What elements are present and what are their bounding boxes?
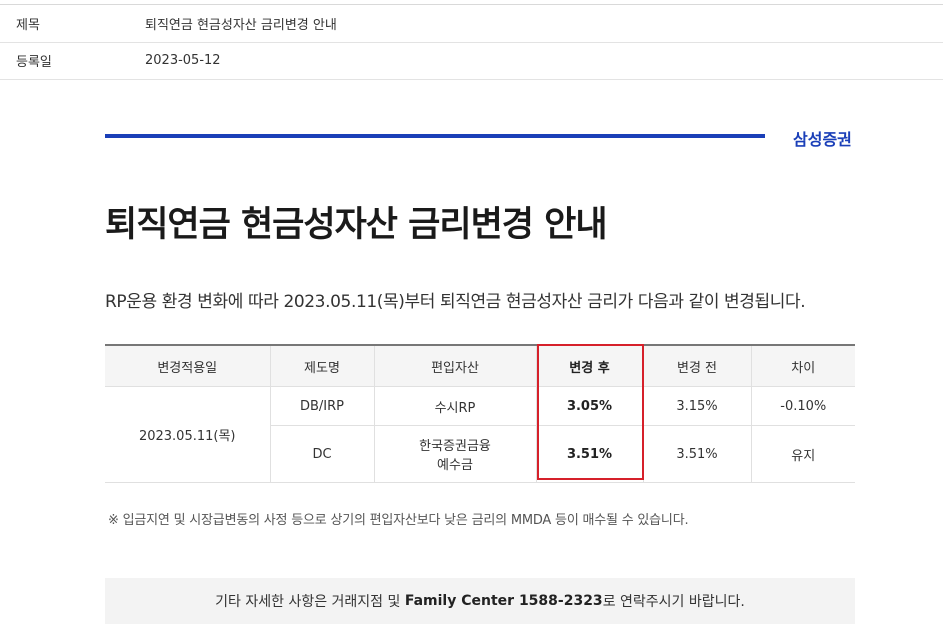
- header-before: 변경 전: [642, 344, 751, 387]
- table-header-row: 변경적용일 제도명 편입자산 변경 후 변경 전 차이: [105, 344, 855, 387]
- cell-asset: 수시RP: [373, 386, 536, 426]
- cell-after: 3.05%: [535, 386, 643, 426]
- subject-value: 퇴직연금 현금성자산 금리변경 안내: [145, 18, 337, 33]
- cell-plan: DB/IRP: [269, 386, 374, 426]
- cell-plan: DC: [269, 425, 374, 483]
- contact-prefix: 기타 자세한 사항은 거래지점 및: [215, 594, 401, 610]
- cell-diff: -0.10%: [750, 386, 855, 426]
- contact-highlight: Family Center 1588-2323: [404, 593, 603, 609]
- header-apply-date: 변경적용일: [105, 344, 270, 387]
- cell-asset: 한국증권금융 예수금: [373, 425, 536, 483]
- date-value: 2023-05-12: [145, 53, 221, 68]
- cell-before: 3.51%: [642, 425, 751, 483]
- date-label: 등록일: [16, 55, 52, 70]
- cell-before: 3.15%: [642, 386, 751, 426]
- brand-logo: 삼성증권: [793, 130, 852, 149]
- notice-title: 퇴직연금 현금성자산 금리변경 안내: [105, 205, 608, 245]
- header-plan: 제도명: [269, 344, 374, 387]
- brand-divider: [105, 134, 765, 138]
- meta-row-subject: 제목 퇴직연금 현금성자산 금리변경 안내: [0, 4, 943, 43]
- subject-label: 제목: [16, 18, 40, 33]
- cell-apply-date: 2023.05.11(목): [105, 386, 270, 483]
- rate-table: 변경적용일 제도명 편입자산 변경 후 변경 전 차이 2023.05.11(목…: [105, 344, 855, 483]
- notice-intro: RP운용 환경 변화에 따라 2023.05.11(목)부터 퇴직연금 현금성자…: [105, 292, 806, 312]
- footnote: ※ 입금지연 및 시장급변동의 사정 등으로 상기의 편입자산보다 낮은 금리의…: [108, 513, 689, 528]
- contact-box: 기타 자세한 사항은 거래지점 및 Family Center 1588-232…: [105, 578, 855, 624]
- cell-asset-line1: 한국증권금융: [419, 439, 491, 454]
- cell-asset-line2: 예수금: [437, 458, 473, 473]
- cell-after: 3.51%: [535, 425, 643, 483]
- meta-row-date: 등록일 2023-05-12: [0, 42, 943, 80]
- header-after: 변경 후: [535, 344, 643, 387]
- contact-suffix: 로 연락주시기 바랍니다.: [602, 594, 745, 610]
- header-asset: 편입자산: [373, 344, 536, 387]
- cell-diff: 유지: [750, 425, 855, 483]
- table-row: 2023.05.11(목) DB/IRP 수시RP 3.05% 3.15% -0…: [105, 386, 855, 483]
- header-diff: 차이: [750, 344, 855, 387]
